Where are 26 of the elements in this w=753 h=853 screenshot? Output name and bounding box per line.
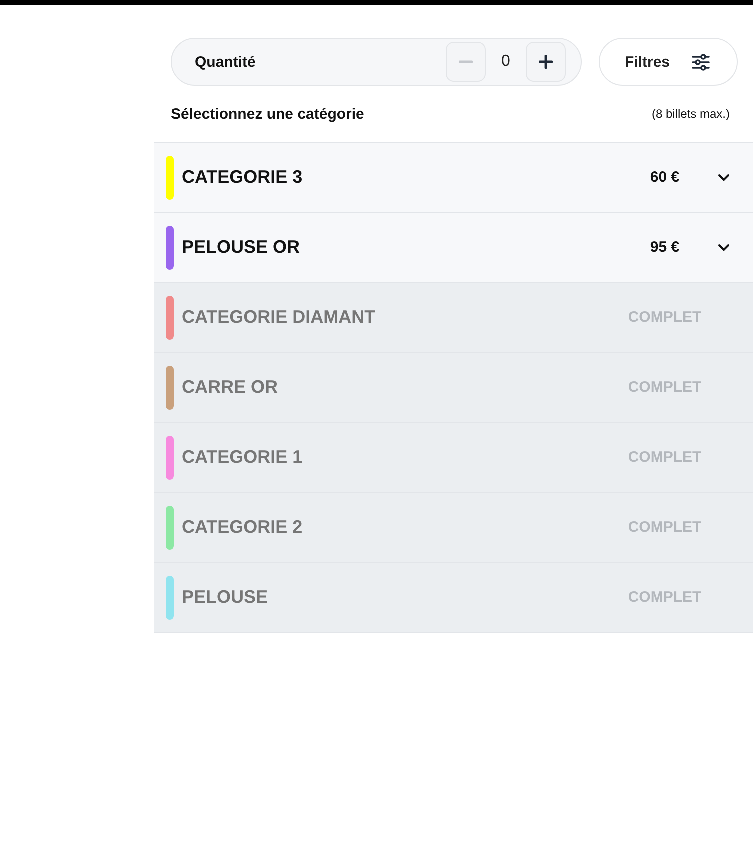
category-row[interactable]: PELOUSE OR 95 €	[154, 213, 753, 283]
sliders-icon	[692, 54, 710, 70]
category-name: CATEGORIE 1	[182, 447, 304, 468]
quantity-value: 0	[500, 53, 512, 71]
sold-out-label: COMPLET	[627, 309, 703, 326]
sold-out-label: COMPLET	[627, 519, 703, 536]
section-title: Sélectionnez une catégorie	[171, 106, 364, 122]
category-name: CATEGORIE 3	[182, 167, 304, 188]
sold-out-label: COMPLET	[627, 589, 703, 606]
category-name: CATEGORIE 2	[182, 517, 304, 538]
category-name: CATEGORIE DIAMANT	[182, 307, 377, 328]
chevron-down-icon[interactable]	[718, 174, 730, 182]
category-name: CARRE OR	[182, 377, 280, 398]
category-price: 60 €	[649, 169, 681, 186]
filters-button[interactable]: Filtres	[599, 38, 738, 86]
max-tickets-note: (8 billets max.)	[652, 107, 730, 121]
quantity-label: Quantité	[195, 54, 257, 70]
category-row[interactable]: CATEGORIE 3 60 €	[154, 143, 753, 213]
increment-button[interactable]	[526, 42, 566, 82]
category-price: 95 €	[649, 239, 681, 256]
category-name: PELOUSE OR	[182, 237, 302, 258]
plus-icon	[539, 55, 553, 69]
chevron-down-icon[interactable]	[718, 244, 730, 252]
sold-out-label: COMPLET	[627, 379, 703, 396]
sold-out-label: COMPLET	[627, 449, 703, 466]
category-name: PELOUSE	[182, 587, 270, 608]
